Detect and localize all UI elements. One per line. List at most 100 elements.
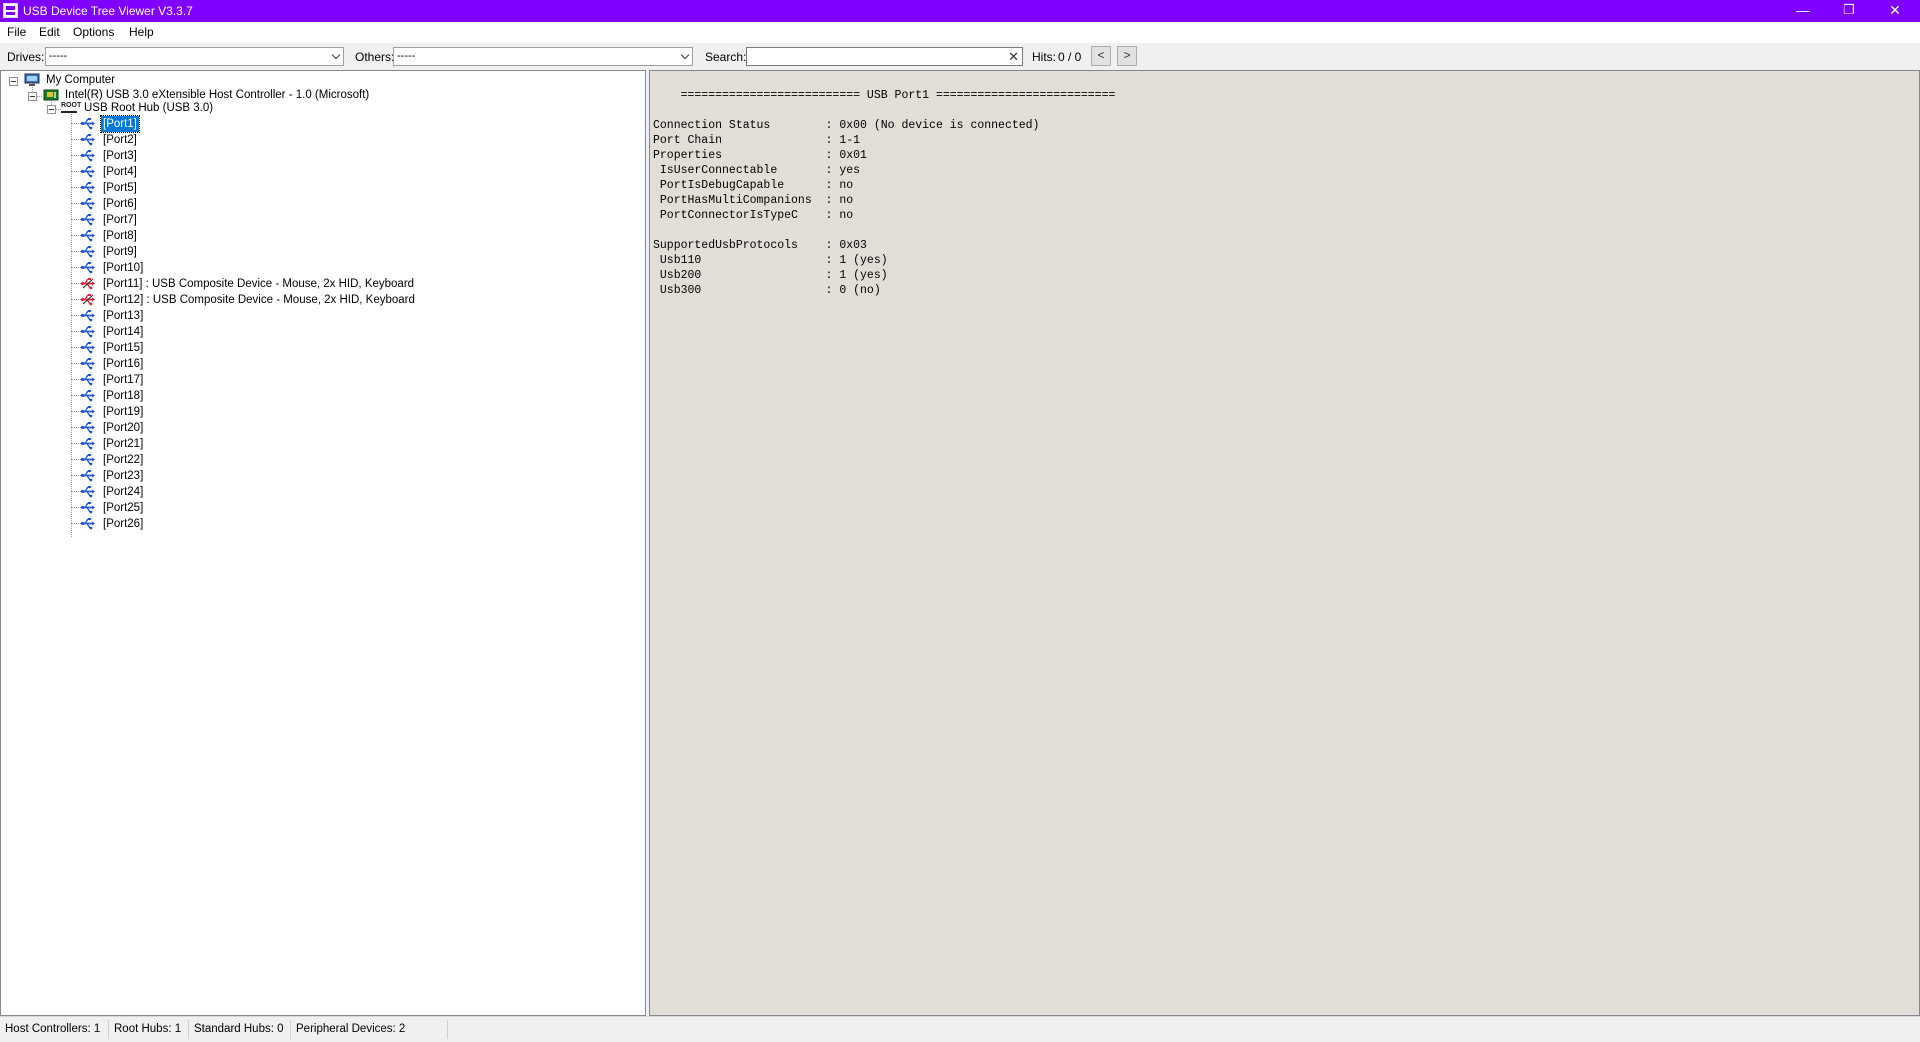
tree-connector xyxy=(71,427,81,428)
detail-line: Usb200 : 1 (yes) xyxy=(653,269,888,282)
usb-port-icon xyxy=(81,326,95,338)
port-details-text: ========================== USB Port1 ===… xyxy=(653,88,1115,298)
tree-connector xyxy=(71,251,81,252)
status-divider xyxy=(188,1020,189,1039)
tree-connector xyxy=(71,283,81,284)
tree-connector xyxy=(71,203,81,204)
tree-connector xyxy=(71,491,81,492)
usb-port-icon xyxy=(81,118,95,130)
tree-node-port-24[interactable]: [Port24] xyxy=(101,484,145,500)
tree-node-port-18[interactable]: [Port18] xyxy=(101,388,145,404)
usb-port-icon xyxy=(81,374,95,386)
tree-connector xyxy=(71,219,81,220)
tree-connector xyxy=(71,139,81,140)
menu-help[interactable]: Help xyxy=(129,25,154,39)
tree-connector xyxy=(71,299,81,300)
next-hit-button[interactable]: > xyxy=(1117,46,1137,66)
title-bar: USB Device Tree Viewer V3.3.7 — ❐ ✕ xyxy=(0,0,1920,22)
detail-line: PortConnectorIsTypeC : no xyxy=(653,209,854,222)
tree-node-port-14[interactable]: [Port14] xyxy=(101,324,145,340)
others-dropdown[interactable]: ----- xyxy=(393,47,693,66)
tree-node-port-25[interactable]: [Port25] xyxy=(101,500,145,516)
tree-node-port-3[interactable]: [Port3] xyxy=(101,148,139,164)
tree-node-my-computer[interactable]: My Computer xyxy=(44,72,117,88)
port-details-panel[interactable]: ========================== USB Port1 ===… xyxy=(649,70,1920,1016)
tree-node-port-17[interactable]: [Port17] xyxy=(101,372,145,388)
tree-node-port-2[interactable]: [Port2] xyxy=(101,132,139,148)
tree-connector xyxy=(71,111,72,537)
collapse-root-hub-toggle[interactable] xyxy=(47,105,56,114)
usb-port-icon xyxy=(81,150,95,162)
tree-node-port-8[interactable]: [Port8] xyxy=(101,228,139,244)
status-host-controllers: Host Controllers: 1 xyxy=(5,1023,101,1035)
device-tree[interactable]: My Computer Intel(R) USB 3.0 eXtensible … xyxy=(0,70,646,1016)
host-controller-icon xyxy=(43,89,59,101)
usb-port-icon xyxy=(81,342,95,354)
tree-node-port-15[interactable]: [Port15] xyxy=(101,340,145,356)
tree-node-port-4[interactable]: [Port4] xyxy=(101,164,139,180)
collapse-controller-toggle[interactable] xyxy=(28,92,37,101)
restore-button[interactable]: ❐ xyxy=(1826,0,1872,22)
tree-node-port-12[interactable]: [Port12] : USB Composite Device - Mouse,… xyxy=(101,292,417,308)
usb-port-icon xyxy=(81,214,95,226)
tree-connector xyxy=(71,507,81,508)
tree-connector xyxy=(71,315,81,316)
status-divider xyxy=(447,1020,448,1039)
tree-connector xyxy=(71,523,81,524)
tree-node-port-19[interactable]: [Port19] xyxy=(101,404,145,420)
tree-node-port-1[interactable]: [Port1] xyxy=(100,115,140,133)
close-button[interactable]: ✕ xyxy=(1872,0,1918,22)
usb-port-icon xyxy=(81,230,95,242)
tree-node-port-26[interactable]: [Port26] xyxy=(101,516,145,532)
tree-connector xyxy=(71,411,81,412)
menu-file[interactable]: File xyxy=(7,25,26,39)
search-input[interactable]: ✕ xyxy=(746,47,1023,66)
drives-dropdown[interactable]: ----- xyxy=(45,47,344,66)
window-title: USB Device Tree Viewer V3.3.7 xyxy=(23,4,193,18)
tree-connector xyxy=(71,187,81,188)
tree-node-port-10[interactable]: [Port10] xyxy=(101,260,145,276)
usb-port-icon xyxy=(81,502,95,514)
status-divider xyxy=(108,1020,109,1039)
detail-line: IsUserConnectable : yes xyxy=(653,164,861,177)
tree-node-root-hub[interactable]: USB Root Hub (USB 3.0) xyxy=(82,100,215,116)
tree-node-port-5[interactable]: [Port5] xyxy=(101,180,139,196)
tree-node-port-23[interactable]: [Port23] xyxy=(101,468,145,484)
status-bar: Host Controllers: 1 Root Hubs: 1 Standar… xyxy=(0,1016,1920,1042)
tree-connector xyxy=(71,363,81,364)
detail-line: SupportedUsbProtocols : 0x03 xyxy=(653,239,867,252)
computer-icon xyxy=(24,73,40,86)
usb-port-icon xyxy=(81,246,95,258)
chevron-down-icon xyxy=(680,50,690,60)
menu-edit[interactable]: Edit xyxy=(39,25,60,39)
usb-port-icon xyxy=(81,198,95,210)
tree-node-port-16[interactable]: [Port16] xyxy=(101,356,145,372)
clear-search-icon[interactable]: ✕ xyxy=(1008,48,1019,65)
tree-connector xyxy=(71,267,81,268)
usb-device-connected-icon xyxy=(81,294,95,306)
tree-node-port-20[interactable]: [Port20] xyxy=(101,420,145,436)
usb-port-icon xyxy=(81,406,95,418)
tree-node-port-6[interactable]: [Port6] xyxy=(101,196,139,212)
detail-line: Connection Status : 0x00 (No device is c… xyxy=(653,119,1040,132)
usb-port-icon xyxy=(81,310,95,322)
detail-line: ========================== USB Port1 ===… xyxy=(653,89,1116,102)
usb-port-icon xyxy=(81,182,95,194)
usb-port-icon xyxy=(81,358,95,370)
collapse-my-computer-toggle[interactable] xyxy=(9,77,18,86)
tree-connector xyxy=(71,475,81,476)
tree-connector xyxy=(71,395,81,396)
tree-node-port-22[interactable]: [Port22] xyxy=(101,452,145,468)
tree-node-port-11[interactable]: [Port11] : USB Composite Device - Mouse,… xyxy=(101,276,416,292)
previous-hit-button[interactable]: < xyxy=(1091,46,1111,66)
menu-options[interactable]: Options xyxy=(73,25,114,39)
tree-node-port-21[interactable]: [Port21] xyxy=(101,436,145,452)
hits-count: 0 / 0 xyxy=(1058,50,1082,64)
root-hub-icon: ROOT xyxy=(61,102,81,116)
menu-bar: File Edit Options Help xyxy=(0,22,1920,43)
minimize-button[interactable]: — xyxy=(1780,0,1826,22)
tree-node-port-7[interactable]: [Port7] xyxy=(101,212,139,228)
tree-node-port-9[interactable]: [Port9] xyxy=(101,244,139,260)
tree-connector xyxy=(71,331,81,332)
tree-node-port-13[interactable]: [Port13] xyxy=(101,308,145,324)
